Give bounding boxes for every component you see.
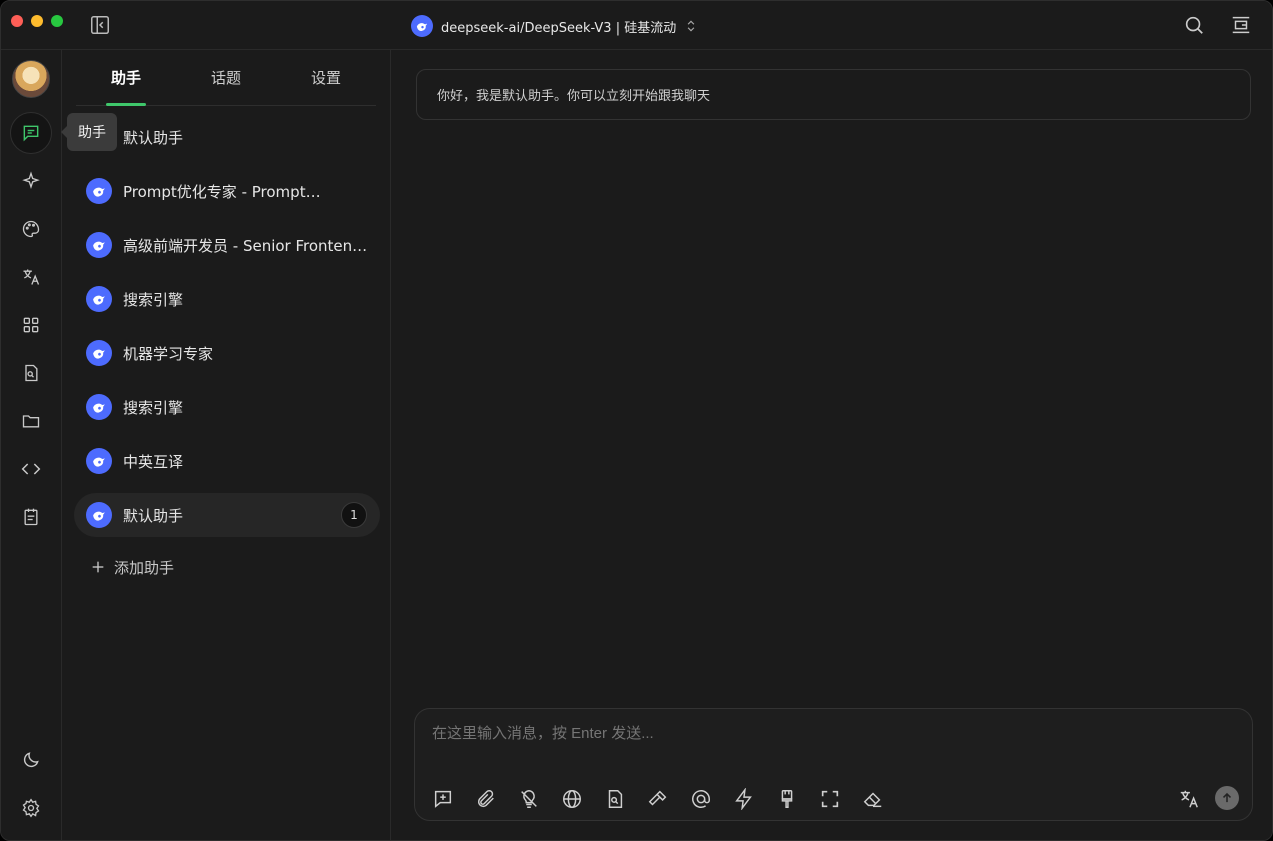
mention-icon[interactable] xyxy=(690,788,712,810)
chat-area: 你好，我是默认助手。你可以立刻开始跟我聊天 xyxy=(391,50,1272,840)
translate-icon[interactable] xyxy=(10,256,52,298)
attachment-icon[interactable] xyxy=(475,788,497,810)
list-item[interactable]: 机器学习专家 xyxy=(74,331,380,375)
deepseek-logo-icon xyxy=(86,340,112,366)
deepseek-logo-icon xyxy=(86,178,112,204)
deepseek-logo-icon xyxy=(86,502,112,528)
deepseek-logo-icon xyxy=(86,394,112,420)
list-item[interactable]: Prompt优化专家 - Prompt Optimization Expert xyxy=(74,169,380,213)
bulb-off-icon[interactable] xyxy=(518,788,540,810)
sidebar-toggle-icon[interactable] xyxy=(89,14,111,36)
close-window-button[interactable] xyxy=(11,15,23,27)
assistants-panel: 助手 话题 设置 默认助手 Prompt优化专家 - Prompt Optimi… xyxy=(62,50,391,840)
welcome-message: 你好，我是默认助手。你可以立刻开始跟我聊天 xyxy=(416,69,1251,120)
message-input[interactable] xyxy=(432,725,1132,742)
nav-rail xyxy=(1,50,62,840)
arrow-up-icon xyxy=(1222,792,1232,803)
fullscreen-icon[interactable] xyxy=(819,788,841,810)
assistant-name: 高级前端开发员 - Senior Frontend Developer xyxy=(123,236,368,255)
maximize-window-button[interactable] xyxy=(51,15,63,27)
file-search-icon[interactable] xyxy=(10,352,52,394)
search-icon[interactable] xyxy=(1183,14,1205,36)
list-item[interactable]: 搜索引擎 xyxy=(74,277,380,321)
nav-tooltip: 助手 xyxy=(61,113,117,151)
sparkle-icon[interactable] xyxy=(10,160,52,202)
title-bar: deepseek-ai/DeepSeek-V3 | 硅基流动 xyxy=(1,1,1272,50)
assistant-name: 机器学习专家 xyxy=(123,344,214,363)
chat-icon[interactable] xyxy=(10,112,52,154)
chevron-up-down-icon xyxy=(687,20,695,32)
assistant-name: 默认助手 xyxy=(123,128,184,147)
add-assistant-label: 添加助手 xyxy=(114,558,175,577)
model-selector[interactable]: deepseek-ai/DeepSeek-V3 | 硅基流动 xyxy=(411,13,698,39)
list-item[interactable]: 高级前端开发员 - Senior Frontend Developer xyxy=(74,223,380,267)
topic-count-badge: 1 xyxy=(341,502,367,528)
app-window: deepseek-ai/DeepSeek-V3 | 硅基流动 助手 话题 设置 … xyxy=(0,0,1273,841)
assistant-name: 搜索引擎 xyxy=(123,290,184,309)
new-topic-icon[interactable] xyxy=(432,788,454,810)
code-icon[interactable] xyxy=(10,448,52,490)
minimize-window-button[interactable] xyxy=(31,15,43,27)
translate-icon[interactable] xyxy=(1178,788,1200,810)
assistant-name: 搜索引擎 xyxy=(123,398,184,417)
panel-tabs: 助手 话题 设置 xyxy=(76,50,376,106)
list-item[interactable]: 中英互译 xyxy=(74,439,380,483)
deepseek-logo-icon xyxy=(86,232,112,258)
list-item[interactable]: 默认助手 xyxy=(74,115,380,159)
tab-assistants[interactable]: 助手 xyxy=(76,50,176,106)
assistant-name: 默认助手 xyxy=(123,506,184,525)
brush-icon[interactable] xyxy=(776,788,798,810)
tab-topics[interactable]: 话题 xyxy=(176,50,276,105)
palette-icon[interactable] xyxy=(10,208,52,250)
assistant-name: Prompt优化专家 - Prompt Optimization Expert xyxy=(123,182,323,201)
add-assistant-button[interactable]: 添加助手 xyxy=(74,547,380,587)
list-item[interactable]: 搜索引擎 xyxy=(74,385,380,429)
eraser-icon[interactable] xyxy=(862,788,884,810)
deepseek-logo-icon xyxy=(86,286,112,312)
plus-icon xyxy=(92,561,104,573)
model-label: deepseek-ai/DeepSeek-V3 | 硅基流动 xyxy=(441,20,677,36)
send-button[interactable] xyxy=(1215,786,1239,810)
deepseek-logo-icon xyxy=(411,15,433,37)
lightning-icon[interactable] xyxy=(733,787,755,811)
moon-icon[interactable] xyxy=(10,739,52,781)
globe-icon[interactable] xyxy=(561,788,583,810)
apps-icon[interactable] xyxy=(10,304,52,346)
file-search-icon[interactable] xyxy=(604,788,626,810)
tab-settings[interactable]: 设置 xyxy=(276,50,376,105)
notes-icon[interactable] xyxy=(10,496,52,538)
assistant-list: 默认助手 Prompt优化专家 - Prompt Optimization Ex… xyxy=(74,115,380,587)
layout-toggle-icon[interactable] xyxy=(1230,14,1252,36)
message-composer xyxy=(414,708,1253,821)
avatar[interactable] xyxy=(12,60,50,98)
gear-icon[interactable] xyxy=(10,787,52,829)
deepseek-logo-icon xyxy=(86,448,112,474)
folder-icon[interactable] xyxy=(10,400,52,442)
hammer-icon[interactable] xyxy=(647,788,669,810)
list-item-selected[interactable]: 默认助手 1 xyxy=(74,493,380,537)
assistant-name: 中英互译 xyxy=(123,452,184,471)
